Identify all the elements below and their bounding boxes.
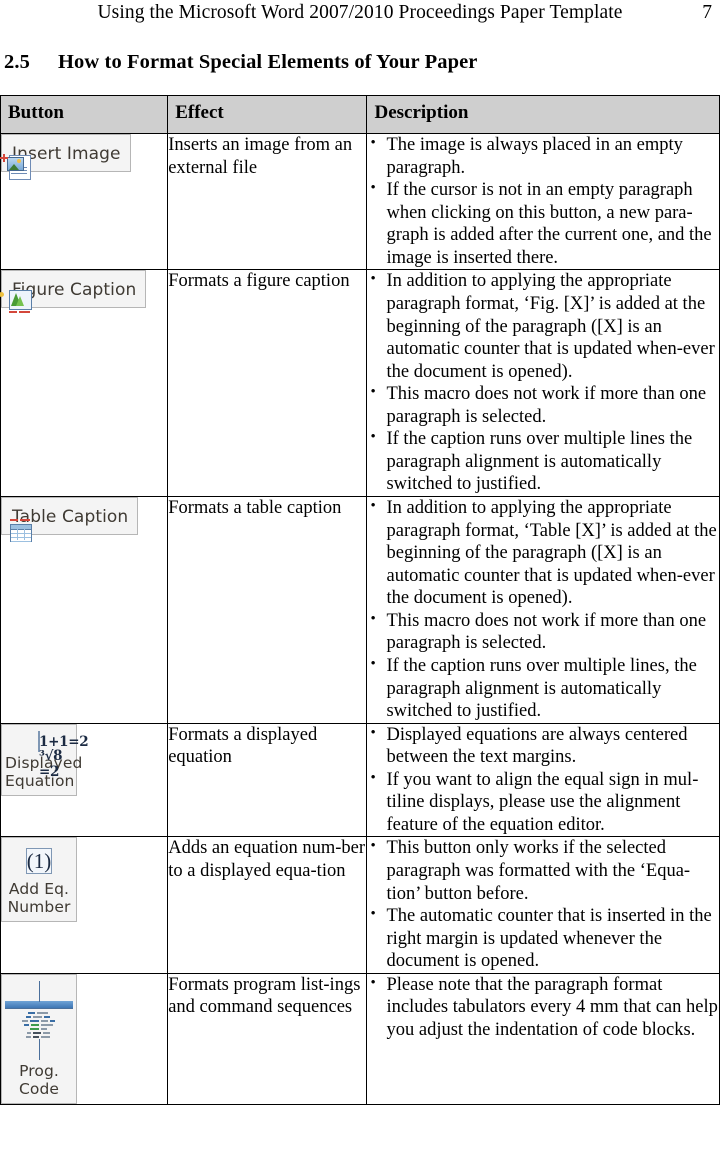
- effect-cell: Formats a table caption: [167, 496, 368, 724]
- equation-number-icon: (1): [25, 848, 53, 875]
- list-item: Displayed equations are always centered …: [367, 723, 719, 769]
- list-item: Please note that the paragraph format in…: [367, 973, 719, 1042]
- add-equation-number-button[interactable]: (1) Add Eq. Number: [1, 837, 77, 923]
- table-row: Insert Image Inserts an image from an ex…: [0, 132, 720, 271]
- list-item: This macro does not work if more than on…: [367, 609, 719, 655]
- effect-cell: Formats program list-ings and command se…: [167, 972, 368, 1105]
- add-equation-number-button-label-line1: Add Eq.: [8, 880, 70, 899]
- list-item: If the caption runs over multiple lines,…: [367, 654, 719, 723]
- table-row: Prog. Code Formats program list-ings and…: [0, 972, 720, 1105]
- program-code-button-label-line2: Code: [18, 1079, 60, 1098]
- running-header: Using the Microsoft Word 2007/2010 Proce…: [0, 0, 720, 30]
- effect-cell: Inserts an image from an external file: [167, 132, 368, 271]
- button-cell: (1) Add Eq. Number: [0, 836, 169, 974]
- description-list: Displayed equations are always centered …: [367, 723, 719, 837]
- table-row: 1+1=2 ³√8 =2 Displayed Equation Formats …: [0, 722, 720, 838]
- program-code-button-label-line1: Prog.: [19, 1061, 59, 1080]
- table-row: Table Caption Formats a table caption In…: [0, 496, 720, 724]
- program-code-button[interactable]: Prog. Code: [1, 973, 77, 1104]
- description-list: In addition to applying the appropriate …: [367, 496, 719, 723]
- insert-image-button[interactable]: Insert Image: [0, 134, 131, 180]
- button-cell: 1+1=2 ³√8 =2 Displayed Equation: [0, 722, 169, 838]
- list-item: In addition to applying the appropriate …: [367, 269, 719, 383]
- button-cell: Figure Caption: [0, 269, 169, 497]
- figure-caption-button[interactable]: Figure Caption: [0, 270, 147, 313]
- page-number: 7: [702, 2, 712, 23]
- column-header-effect: Effect: [167, 95, 368, 134]
- section-title: How to Format Special Elements of Your P…: [58, 51, 478, 73]
- section-heading: 2.5 How to Format Special Elements of You…: [0, 51, 720, 74]
- running-header-title: Using the Microsoft Word 2007/2010 Proce…: [97, 2, 623, 23]
- description-cell: This button only works if the selected p…: [366, 836, 720, 974]
- description-list: Please note that the paragraph format in…: [367, 973, 719, 1042]
- list-item: This button only works if the selected p…: [367, 836, 719, 905]
- description-cell: Please note that the paragraph format in…: [366, 972, 720, 1105]
- list-item: If you want to align the equal sign in m…: [367, 768, 719, 837]
- column-header-description: Description: [366, 95, 720, 134]
- add-equation-number-button-label-line2: Number: [7, 898, 71, 917]
- list-item: The automatic counter that is inserted i…: [367, 904, 719, 973]
- special-elements-table: Button Effect Description Insert Image I…: [0, 95, 720, 1105]
- description-list: In addition to applying the appropriate …: [367, 269, 719, 496]
- effect-cell: Adds an equation num-ber to a displayed …: [167, 836, 368, 974]
- button-cell: Prog. Code: [0, 972, 169, 1105]
- program-code-icon: [5, 980, 73, 1060]
- effect-cell: Formats a figure caption: [167, 269, 368, 497]
- button-cell: Insert Image: [0, 132, 169, 271]
- description-list: The image is always placed in an empty p…: [367, 133, 719, 269]
- table-row: (1) Add Eq. Number Adds an equation num-…: [0, 836, 720, 974]
- list-item: In addition to applying the appropriate …: [367, 496, 719, 610]
- list-item: The image is always placed in an empty p…: [367, 133, 719, 179]
- button-cell: Table Caption: [0, 496, 169, 724]
- description-cell: In addition to applying the appropriate …: [366, 496, 720, 724]
- description-list: This button only works if the selected p…: [367, 836, 719, 973]
- description-cell: In addition to applying the appropriate …: [366, 269, 720, 497]
- document-page: Using the Microsoft Word 2007/2010 Proce…: [0, 0, 720, 1160]
- description-cell: The image is always placed in an empty p…: [366, 133, 720, 271]
- displayed-equation-button[interactable]: 1+1=2 ³√8 =2 Displayed Equation: [1, 723, 89, 796]
- list-item: If the cursor is not in an empty paragra…: [367, 178, 719, 269]
- description-cell: Displayed equations are always centered …: [366, 723, 720, 838]
- displayed-equation-icon: 1+1=2 ³√8 =2: [38, 730, 89, 780]
- list-item: This macro does not work if more than on…: [367, 382, 719, 428]
- list-item: If the caption runs over multiple lines …: [367, 427, 719, 496]
- section-number: 2.5: [4, 51, 30, 73]
- table-caption-button[interactable]: Table Caption: [1, 497, 139, 542]
- table-row: Figure Caption Formats a figure caption …: [0, 269, 720, 497]
- effect-cell: Formats a displayed equation: [167, 722, 368, 838]
- table-header-row: Button Effect Description: [0, 95, 720, 134]
- column-header-button: Button: [0, 95, 169, 134]
